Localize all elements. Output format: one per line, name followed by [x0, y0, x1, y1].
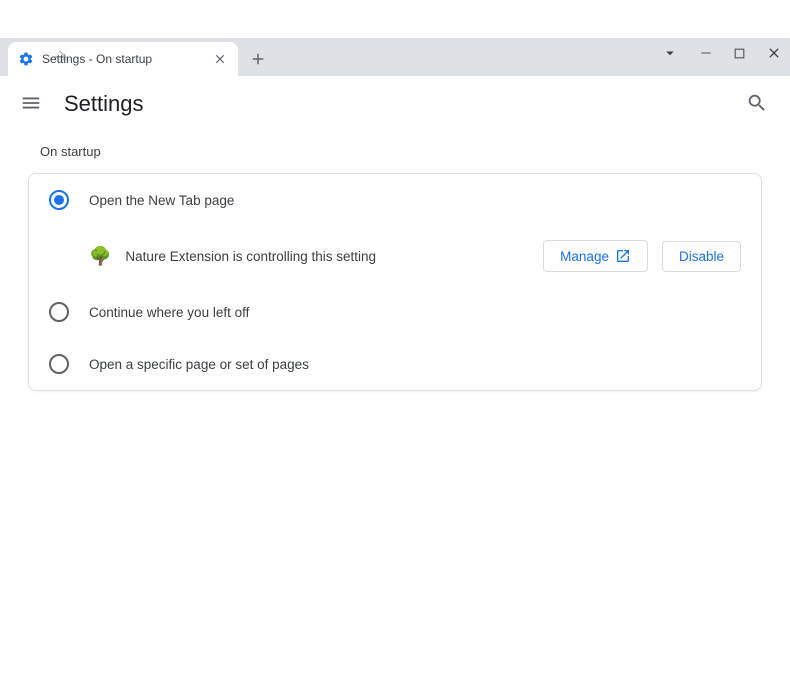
hamburger-menu-icon[interactable]	[20, 92, 44, 116]
window-controls	[661, 44, 782, 62]
chevron-down-icon[interactable]	[661, 44, 679, 62]
forward-button[interactable]	[44, 41, 76, 73]
disable-label: Disable	[679, 249, 724, 264]
manage-label: Manage	[560, 249, 609, 264]
page-title: Settings	[64, 91, 726, 117]
window-close-icon[interactable]	[766, 45, 782, 61]
window-maximize-icon[interactable]	[733, 47, 746, 60]
browser-tab[interactable]: Settings - On startup	[8, 42, 238, 76]
window-minimize-icon[interactable]	[699, 46, 713, 60]
option-continue[interactable]: Continue where you left off	[29, 286, 761, 338]
option-label: Open the New Tab page	[89, 193, 741, 208]
settings-gear-icon	[18, 51, 34, 67]
option-label: Continue where you left off	[89, 305, 741, 320]
option-label: Open a specific page or set of pages	[89, 357, 741, 372]
tab-close-icon[interactable]	[212, 51, 228, 67]
settings-content: On startup Open the New Tab page 🌳 Natur…	[0, 132, 790, 403]
option-specific-pages[interactable]: Open a specific page or set of pages	[29, 338, 761, 390]
radio-icon[interactable]	[49, 354, 69, 374]
manage-button[interactable]: Manage	[543, 240, 648, 272]
open-external-icon	[615, 248, 631, 264]
search-icon[interactable]	[746, 92, 770, 116]
new-tab-button[interactable]	[244, 45, 272, 73]
extension-message: Nature Extension is controlling this set…	[125, 249, 529, 264]
radio-icon[interactable]	[49, 302, 69, 322]
startup-options-card: Open the New Tab page 🌳 Nature Extension…	[28, 173, 762, 391]
tab-bar: Settings - On startup	[0, 38, 790, 76]
option-new-tab[interactable]: Open the New Tab page	[29, 174, 761, 226]
extension-app-icon: 🌳	[89, 246, 111, 267]
extension-notice: 🌳 Nature Extension is controlling this s…	[29, 226, 761, 286]
radio-selected-icon[interactable]	[49, 190, 69, 210]
settings-header: Settings	[0, 76, 790, 132]
disable-button[interactable]: Disable	[662, 241, 741, 272]
section-title: On startup	[28, 144, 762, 159]
